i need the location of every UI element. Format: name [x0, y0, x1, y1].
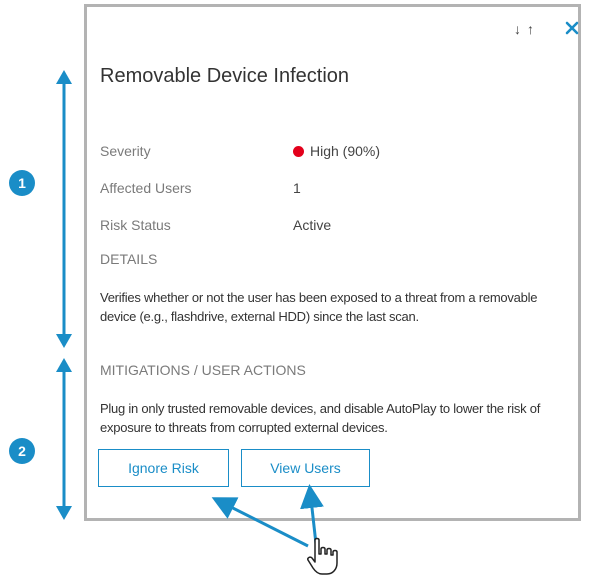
view-users-button[interactable]: View Users: [241, 449, 370, 487]
section-2-bracket-arrow: [56, 358, 72, 520]
severity-label: Severity: [100, 143, 151, 159]
details-heading: DETAILS: [100, 251, 158, 267]
callout-badge-1: 1: [9, 170, 35, 196]
section-1-bracket-arrow: [56, 70, 72, 348]
risk-status-label: Risk Status: [100, 217, 171, 233]
mitigations-heading: MITIGATIONS / USER ACTIONS: [100, 362, 306, 378]
severity-dot-icon: [293, 146, 304, 157]
severity-value-wrap: High (90%): [293, 142, 380, 160]
sort-up-icon[interactable]: ↑: [527, 21, 540, 37]
sort-controls: ↓↑: [514, 21, 540, 37]
severity-value: High (90%): [310, 143, 381, 159]
sort-down-icon[interactable]: ↓: [514, 21, 527, 37]
details-text: Verifies whether or not the user has bee…: [100, 290, 538, 324]
ignore-risk-button[interactable]: Ignore Risk: [98, 449, 229, 487]
screenshot-stage: ↓↑ Removable Device Infection Severity H…: [0, 0, 589, 575]
affected-users-label: Affected Users: [100, 180, 192, 196]
callout-badge-2: 2: [9, 438, 35, 464]
risk-detail-panel: ↓↑ Removable Device Infection Severity H…: [84, 4, 581, 521]
hand-cursor-icon: [307, 537, 338, 575]
panel-title: Removable Device Infection: [100, 65, 350, 87]
affected-users-value: 1: [293, 180, 301, 196]
close-icon[interactable]: [564, 20, 580, 36]
risk-status-value: Active: [293, 217, 332, 233]
mitigations-text: Plug in only trusted removable devices, …: [100, 401, 541, 435]
